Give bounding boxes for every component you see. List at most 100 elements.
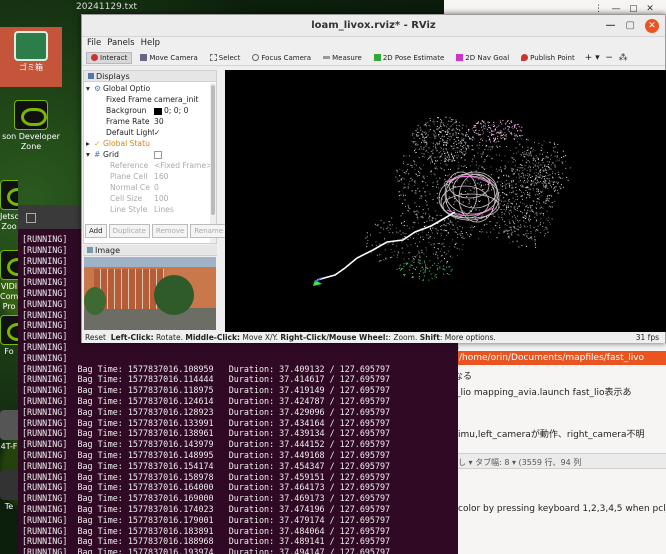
drive-desktop-icon[interactable]: 4T-F: [0, 410, 18, 452]
point-cloud-point: [546, 152, 548, 154]
tree-row-frame-rate[interactable]: Frame Rate 30: [84, 116, 210, 127]
tree-value[interactable]: <Fixed Frame>: [154, 160, 210, 171]
point-cloud-point: [437, 243, 439, 245]
maximize-icon[interactable]: ▢: [626, 15, 635, 37]
minimize-icon[interactable]: —: [606, 15, 616, 37]
publish-point-tool[interactable]: Publish Point: [517, 53, 579, 63]
tree-value[interactable]: 0: [154, 182, 210, 193]
tree-value[interactable]: 160: [154, 171, 210, 182]
focus-camera-tool[interactable]: Focus Camera: [248, 53, 315, 63]
point-cloud-point: [494, 216, 496, 217]
point-cloud-point: [528, 188, 530, 190]
point-cloud-point: [450, 255, 452, 257]
point-cloud-point: [550, 164, 552, 166]
tree-row-grid[interactable]: ▾ # Grid: [84, 149, 210, 160]
point-cloud-point: [547, 182, 549, 184]
terminal-desktop-icon[interactable]: Te: [0, 470, 18, 512]
checkbox-checked[interactable]: ✓: [154, 127, 210, 138]
expand-arrow-icon[interactable]: ▾: [86, 149, 90, 160]
point-cloud-point: [399, 198, 401, 200]
tree-row-background[interactable]: Backgroun 0; 0; 0: [84, 105, 210, 116]
grid-checkbox[interactable]: [154, 149, 210, 160]
point-cloud-point: [410, 244, 412, 246]
point-cloud-point: [476, 144, 478, 146]
expand-arrow-icon[interactable]: ▾: [86, 83, 90, 94]
add-tool-icon[interactable]: + ▾ − ⁂: [585, 53, 628, 63]
point-cloud-point: [527, 139, 529, 141]
measure-tool[interactable]: Measure: [319, 53, 366, 63]
menu-panels[interactable]: Panels: [107, 37, 134, 50]
rviz-titlebar[interactable]: loam_livox.rviz* - RViz — ▢ ✕: [82, 15, 665, 37]
reset-button[interactable]: Reset: [85, 333, 106, 342]
point-cloud-point: [417, 233, 419, 235]
point-cloud-point: [534, 158, 536, 160]
point-cloud-point: [533, 172, 535, 174]
point-cloud-point: [430, 273, 432, 275]
rename-button[interactable]: Rename: [190, 224, 228, 238]
menu-help[interactable]: Help: [141, 37, 160, 50]
remove-button[interactable]: Remove: [151, 224, 189, 238]
menu-file[interactable]: File: [87, 37, 101, 50]
tree-value[interactable]: 0; 0; 0: [154, 105, 210, 116]
scrollbar-thumb[interactable]: [211, 85, 215, 215]
terminal-line: [RUNNING] Bag Time: 1577837016.164000 Du…: [22, 482, 391, 493]
point-cloud-point: [424, 156, 426, 158]
editor-window-controls[interactable]: ⋮ — ▢ ✕: [594, 4, 654, 14]
select-tool[interactable]: Select: [206, 53, 245, 63]
tree-value[interactable]: camera_init: [154, 94, 210, 105]
add-button[interactable]: Add: [85, 224, 107, 238]
tree-row-cell-size[interactable]: Cell Size 100: [84, 193, 210, 204]
pose-estimate-tool[interactable]: 2D Pose Estimate: [370, 53, 448, 63]
point-cloud-point: [395, 227, 397, 229]
tree-row-global-status[interactable]: ▸ ✓ Global Statu: [84, 138, 210, 149]
nav-goal-tool[interactable]: 2D Nav Goal: [452, 53, 513, 63]
point-cloud-point: [499, 194, 501, 196]
tree-row-global-options[interactable]: ▾ ⚙ Global Optio: [84, 83, 210, 94]
point-cloud-point: [477, 132, 479, 134]
close-icon[interactable]: ✕: [645, 19, 659, 33]
tree-value[interactable]: Lines: [154, 204, 210, 215]
tree-row-plane-cell[interactable]: Plane Cell 160: [84, 171, 210, 182]
point-cloud-point: [403, 195, 405, 197]
tree-value[interactable]: 30: [154, 116, 210, 127]
point-cloud-point: [535, 244, 536, 246]
point-cloud-point: [513, 230, 515, 232]
point-cloud-point: [528, 165, 530, 167]
tree-row-default-light[interactable]: Default Light ✓: [84, 127, 210, 138]
point-cloud-point: [456, 129, 458, 131]
rviz-window[interactable]: loam_livox.rviz* - RViz — ▢ ✕ File Panel…: [81, 14, 666, 343]
tree-row-line-style[interactable]: Line Style Lines: [84, 204, 210, 215]
point-cloud-point: [470, 227, 472, 228]
developer-zone-desktop-icon[interactable]: son Developer Zone: [0, 100, 62, 152]
displays-scrollbar[interactable]: [210, 83, 216, 243]
tree-row-reference[interactable]: Reference <Fixed Frame>: [84, 160, 210, 171]
point-cloud-point: [536, 201, 538, 203]
point-cloud-point: [444, 178, 446, 180]
nvidia-component-desktop-icon[interactable]: VIDI Com Pro: [0, 250, 18, 312]
point-cloud-point: [419, 241, 421, 243]
drive-icon: [0, 410, 18, 440]
point-cloud-point: [487, 121, 489, 123]
tree-row-normal-cell[interactable]: Normal Ce 0: [84, 182, 210, 193]
expand-arrow-icon[interactable]: ▸: [86, 138, 90, 149]
point-cloud-point: [538, 198, 540, 200]
nvidia-icon: [0, 180, 18, 210]
point-cloud-point: [501, 214, 503, 216]
window-controls: — ▢ ✕: [606, 15, 659, 37]
point-cloud-point: [525, 153, 527, 155]
jetson-zoo-desktop-icon[interactable]: Jetson Zoo: [0, 180, 18, 232]
3d-viewport[interactable]: [225, 70, 666, 332]
point-cloud-point: [440, 255, 442, 257]
duplicate-button[interactable]: Duplicate: [108, 224, 150, 238]
point-cloud-point: [540, 169, 542, 171]
point-cloud-point: [418, 171, 420, 173]
point-cloud-point: [493, 126, 495, 127]
nvidia-forum-desktop-icon[interactable]: Fo: [0, 315, 18, 357]
interact-tool[interactable]: Interact: [86, 51, 133, 64]
tree-value[interactable]: 100: [154, 193, 210, 204]
tree-row-fixed-frame[interactable]: Fixed Frame camera_init: [84, 94, 210, 105]
move-camera-tool[interactable]: Move Camera: [136, 53, 201, 63]
point-cloud-point: [487, 135, 489, 137]
terminal-tab-icon[interactable]: [26, 213, 36, 223]
trash-desktop-icon[interactable]: ゴミ箱: [0, 27, 62, 87]
